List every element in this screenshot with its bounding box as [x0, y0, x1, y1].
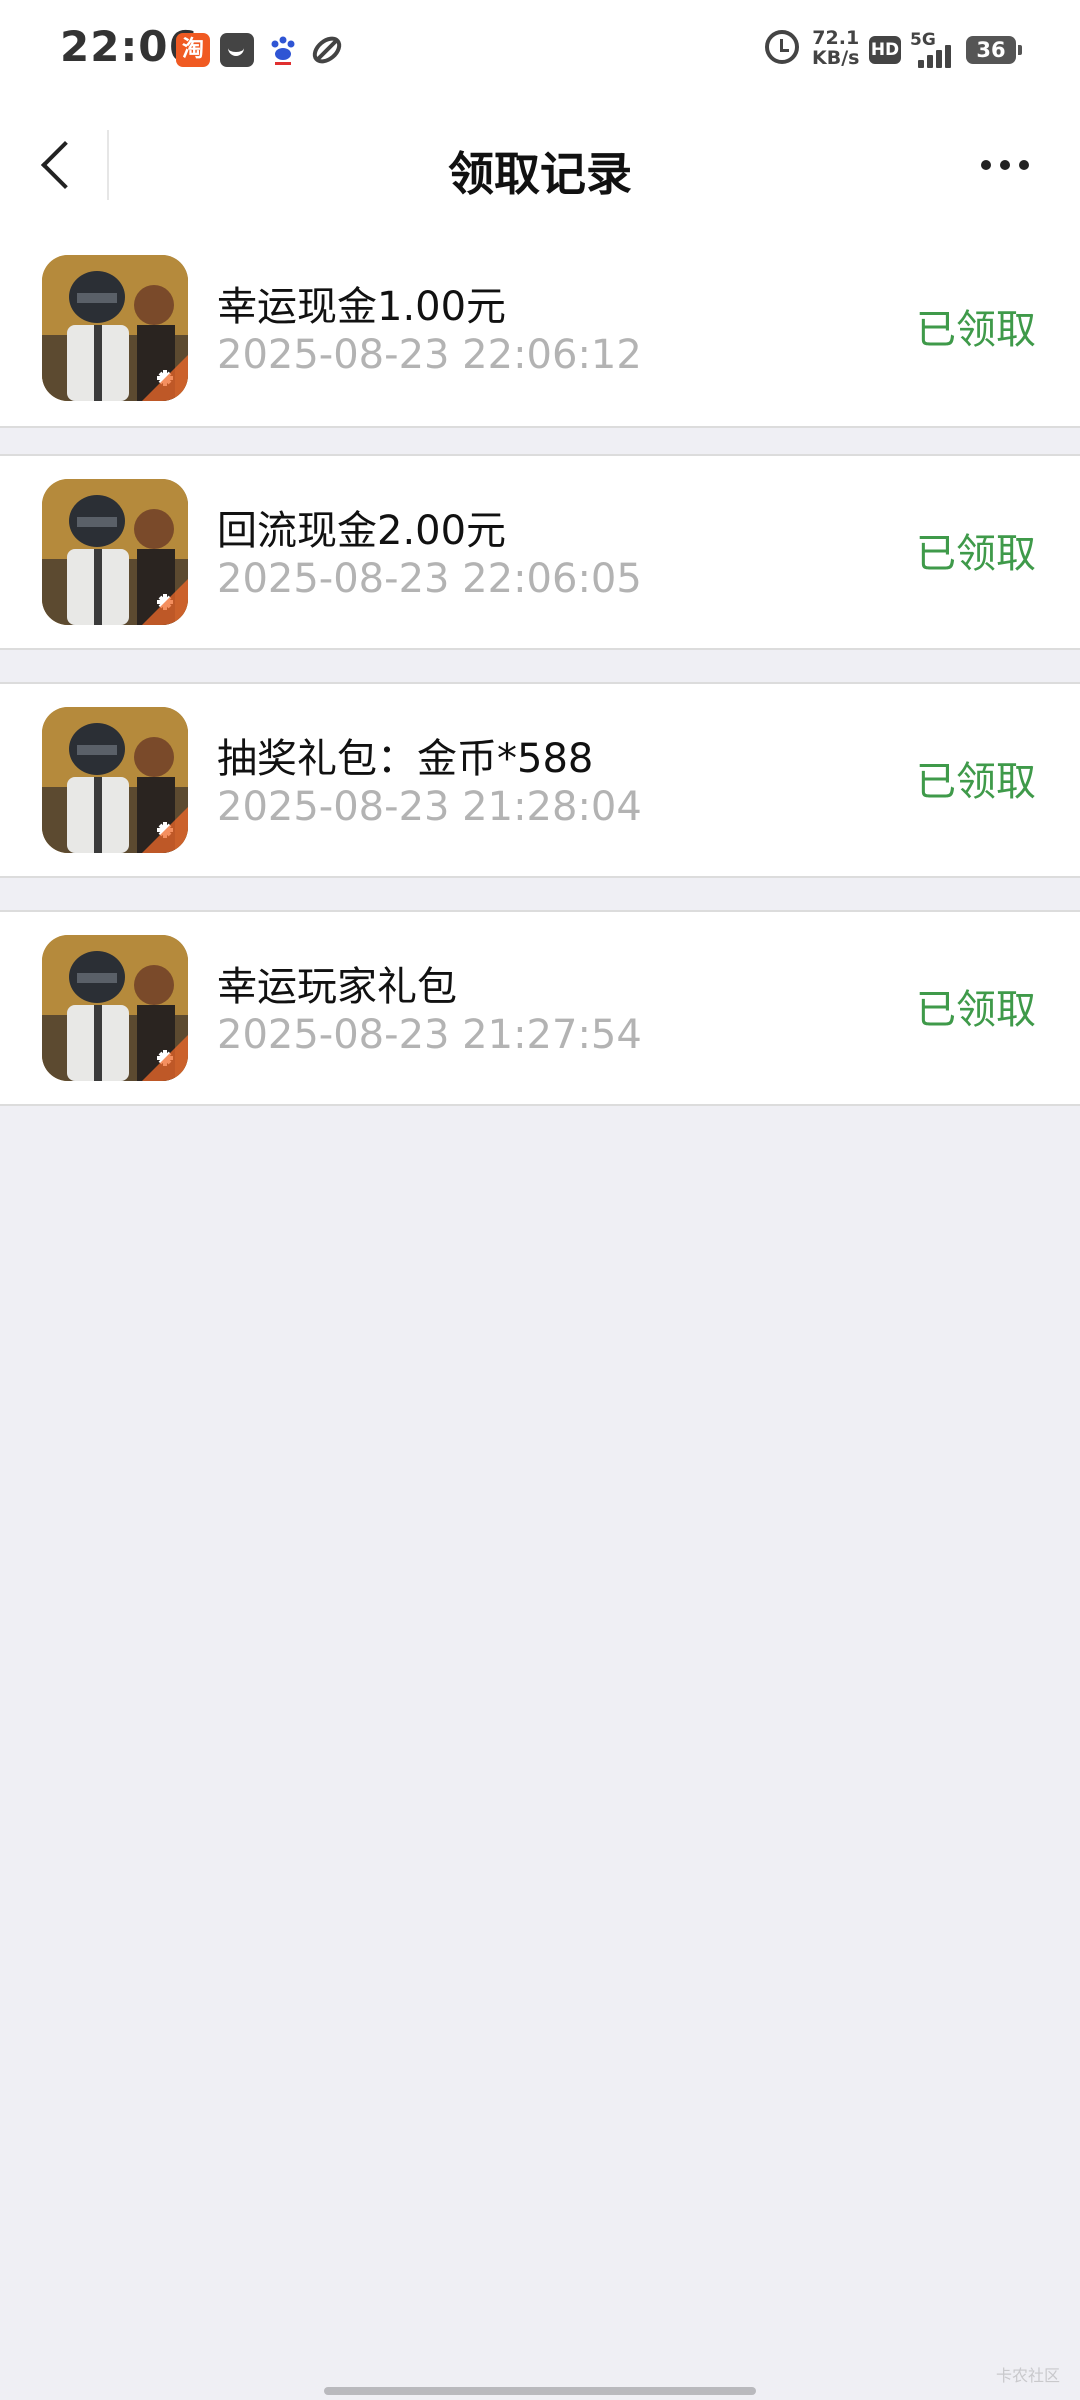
baidu-paw-icon: [266, 33, 300, 67]
game-icon: [42, 479, 188, 625]
page-title: 领取记录: [448, 147, 632, 201]
signal-strength-icon: [918, 44, 958, 68]
battery-icon: 36: [966, 36, 1022, 64]
record-title: 幸运现金1.00元: [217, 284, 507, 330]
record-time: 2025-08-23 22:06:12: [217, 332, 642, 378]
network-speed-unit: KB/s: [812, 47, 860, 69]
more-dot-icon: [981, 160, 991, 170]
watermark: 卡农社区: [995, 2366, 1060, 2385]
status-bar: 22:06 淘 72.1 KB/s HD 5G 36: [0, 0, 1080, 100]
record-time: 2025-08-23 21:28:04: [217, 784, 642, 830]
record-time: 2025-08-23 21:27:54: [217, 1012, 642, 1058]
record-time: 2025-08-23 22:06:05: [217, 556, 642, 602]
record-title: 幸运玩家礼包: [217, 964, 457, 1010]
record-status: 已领取: [916, 987, 1036, 1033]
game-icon: [42, 707, 188, 853]
game-icon: [42, 255, 188, 401]
nav-bar: 领取记录: [0, 100, 1080, 232]
more-dot-icon: [1019, 160, 1029, 170]
record-item[interactable]: 抽奖礼包：金币*588 2025-08-23 21:28:04 已领取: [0, 682, 1080, 878]
more-dot-icon: [1000, 160, 1010, 170]
network-speed-value: 72.1: [812, 27, 860, 49]
message-notification-icon: [220, 33, 254, 67]
hd-voice-badge: HD: [869, 36, 901, 64]
alarm-icon: [765, 30, 799, 64]
home-indicator[interactable]: [324, 2387, 756, 2395]
game-icon: [42, 935, 188, 1081]
network-speed: 72.1 KB/s: [812, 28, 859, 68]
more-options-button[interactable]: [970, 145, 1040, 185]
screen: 22:06 淘 72.1 KB/s HD 5G 36 领取记录 幸运现金1.00…: [0, 0, 1080, 2400]
record-item[interactable]: 幸运现金1.00元 2025-08-23 22:06:12 已领取: [0, 232, 1080, 428]
record-item[interactable]: 回流现金2.00元 2025-08-23 22:06:05 已领取: [0, 454, 1080, 650]
record-status: 已领取: [916, 531, 1036, 577]
record-status: 已领取: [916, 759, 1036, 805]
record-title: 抽奖礼包：金币*588: [217, 736, 594, 782]
record-status: 已领取: [916, 307, 1036, 353]
record-item[interactable]: 幸运玩家礼包 2025-08-23 21:27:54 已领取: [0, 910, 1080, 1106]
taobao-notification-icon: 淘: [176, 33, 210, 67]
link-notification-icon: [310, 33, 344, 67]
record-title: 回流现金2.00元: [217, 508, 507, 554]
